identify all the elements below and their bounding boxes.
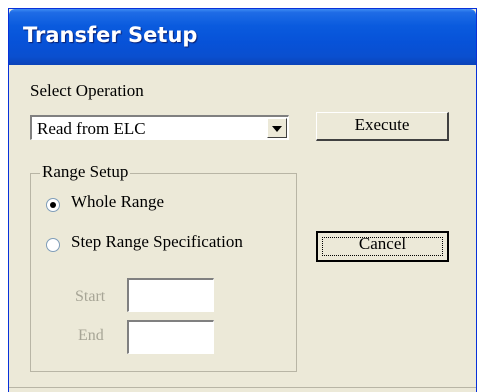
select-operation-label: Select Operation (30, 81, 144, 100)
window-title: Transfer Setup (23, 23, 198, 47)
execute-button-label: Execute (354, 115, 410, 134)
step-range-label[interactable]: Step Range Specification (71, 232, 243, 252)
start-label: Start (75, 288, 106, 305)
operation-selected-value: Read from ELC (37, 119, 146, 138)
end-input[interactable] (127, 320, 214, 354)
start-input[interactable] (127, 278, 214, 312)
radio-step-range[interactable] (46, 238, 60, 252)
end-label: End (78, 327, 104, 344)
dialog-bottom-divider (9, 387, 476, 388)
title-bar[interactable]: Transfer Setup (9, 9, 476, 65)
whole-range-label[interactable]: Whole Range (71, 192, 164, 212)
operation-dropdown[interactable]: Read from ELC (30, 115, 289, 140)
dropdown-button[interactable] (267, 118, 287, 138)
radio-whole-range[interactable] (46, 198, 60, 212)
execute-button[interactable]: Execute (316, 112, 449, 141)
transfer-setup-dialog: Transfer Setup Select Operation Read fro… (8, 8, 477, 392)
cancel-button[interactable]: Cancel (316, 231, 449, 262)
radio-selected-dot (50, 202, 56, 208)
range-setup-legend: Range Setup (40, 162, 131, 182)
chevron-down-icon (272, 126, 282, 132)
focus-rectangle (322, 237, 443, 256)
